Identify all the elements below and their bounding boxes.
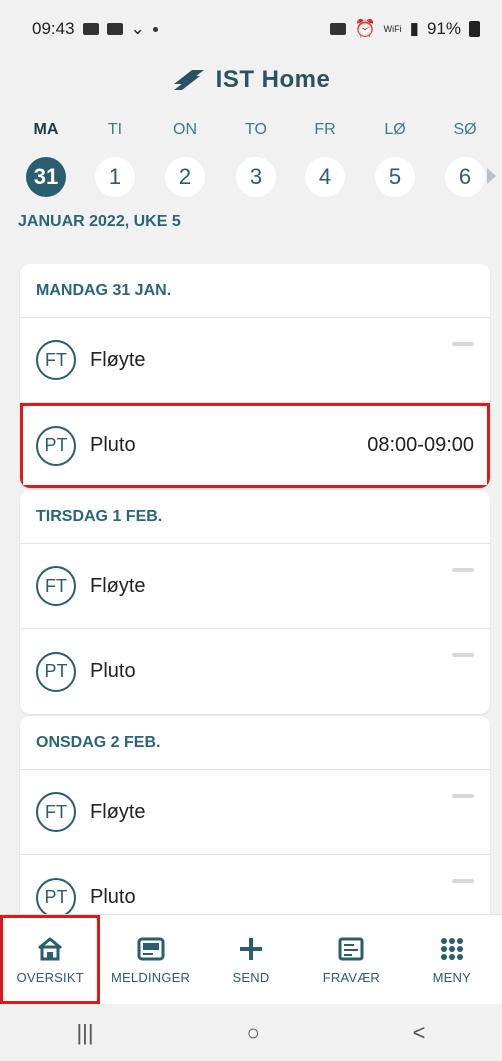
lesson-time: 08:00-09:00 xyxy=(367,434,474,456)
nav-label: OVERSIKT xyxy=(16,970,84,985)
date-2[interactable]: 2 xyxy=(165,157,205,197)
status-right: ⏰ WiFi ▮ 91% xyxy=(330,19,480,39)
app-screen: 09:43 ⌄ ⏰ WiFi ▮ 91% IST Home MA TI ON T… xyxy=(0,0,502,1061)
grid-icon xyxy=(440,938,463,960)
weekday-label-to[interactable]: TO xyxy=(231,121,281,139)
nav-label: FRAVÆR xyxy=(322,970,381,985)
nav-label: MELDINGER xyxy=(111,970,191,985)
nav-label: MENY xyxy=(432,970,471,985)
status-bar: 09:43 ⌄ ⏰ WiFi ▮ 91% xyxy=(0,0,502,58)
lesson-row-highlighted[interactable]: PT Pluto 08:00-09:00 xyxy=(20,403,490,488)
dash-icon xyxy=(452,794,474,798)
dash-icon xyxy=(452,879,474,883)
subject-name: Pluto xyxy=(90,660,136,682)
date-1[interactable]: 1 xyxy=(95,157,135,197)
notification-icon xyxy=(82,23,99,35)
date-3[interactable]: 3 xyxy=(236,157,276,197)
day-card-header: MANDAG 31 JAN. xyxy=(20,264,490,318)
day-card-header: ONSDAG 2 FEB. xyxy=(20,716,490,770)
nav-fravaer[interactable]: FRAVÆR xyxy=(301,915,401,1004)
chevron-down-icon: ⌄ xyxy=(130,19,145,38)
subject-name: Fløyte xyxy=(90,800,146,823)
next-week-arrow-icon[interactable] xyxy=(487,168,496,184)
wifi-icon: WiFi xyxy=(383,23,402,34)
message-icon xyxy=(137,937,165,961)
weekday-label-fr[interactable]: FR xyxy=(300,121,350,139)
subject-name: Fløyte xyxy=(90,348,146,371)
battery-icon xyxy=(469,21,480,37)
subject-avatar: FT xyxy=(36,792,76,832)
day-card-monday: MANDAG 31 JAN. FT Fløyte PT Pluto 08:00-… xyxy=(20,264,490,488)
subject-name: Pluto xyxy=(90,434,136,456)
weekday-label-lo[interactable]: LØ xyxy=(370,121,420,139)
weekday-label-ma[interactable]: MA xyxy=(21,121,71,139)
home-button[interactable]: ○ xyxy=(246,1020,259,1046)
nav-meldinger[interactable]: MELDINGER xyxy=(100,915,200,1004)
bottom-nav: OVERSIKT MELDINGER SEND FRAVÆR MENY xyxy=(0,914,502,1004)
app-header: IST Home xyxy=(0,60,502,100)
teams-icon xyxy=(106,23,123,35)
weekday-label-on[interactable]: ON xyxy=(160,121,210,139)
weekday-labels: MA TI ON TO FR LØ SØ xyxy=(0,121,502,151)
dash-icon xyxy=(452,342,474,346)
weekday-label-so[interactable]: SØ xyxy=(440,121,490,139)
weekday-label-ti[interactable]: TI xyxy=(90,121,140,139)
subject-name: Fløyte xyxy=(90,574,146,597)
recents-button[interactable]: ||| xyxy=(76,1020,93,1046)
back-button[interactable]: < xyxy=(413,1020,426,1046)
lesson-row[interactable]: FT Fløyte xyxy=(20,544,490,629)
dash-icon xyxy=(452,653,474,657)
date-4[interactable]: 4 xyxy=(305,157,345,197)
document-icon xyxy=(338,937,364,961)
subject-avatar: PT xyxy=(36,651,76,692)
dash-icon xyxy=(452,568,474,572)
nav-meny[interactable]: MENY xyxy=(402,915,502,1004)
day-card-wednesday: ONSDAG 2 FEB. FT Fløyte PT Pluto xyxy=(20,716,490,914)
subject-avatar: FT xyxy=(36,340,76,380)
subject-avatar: PT xyxy=(36,425,76,466)
app-logo-text: IST Home xyxy=(215,66,331,93)
date-strip: 31 1 2 3 4 5 6 xyxy=(0,157,502,201)
date-6[interactable]: 6 xyxy=(445,157,485,197)
nav-label: SEND xyxy=(232,970,270,985)
day-card-tuesday: TIRSDAG 1 FEB. FT Fløyte PT Pluto xyxy=(20,490,490,714)
signal-icon: ▮ xyxy=(409,19,419,38)
dot-icon xyxy=(152,26,158,32)
nav-oversikt[interactable]: OVERSIKT xyxy=(0,915,101,1004)
alarm-icon: ⏰ xyxy=(354,19,376,38)
subject-avatar: PT xyxy=(36,877,76,914)
date-5[interactable]: 5 xyxy=(375,157,415,197)
date-31[interactable]: 31 xyxy=(26,157,66,197)
home-icon xyxy=(38,937,63,961)
nav-send[interactable]: SEND xyxy=(201,915,301,1004)
status-left: 09:43 ⌄ xyxy=(32,19,158,39)
battery-percent: 91% xyxy=(426,19,461,38)
subject-name: Pluto xyxy=(90,886,136,908)
lock-icon xyxy=(330,23,347,35)
lesson-row[interactable]: FT Fløyte xyxy=(20,770,490,855)
ist-logo-icon xyxy=(173,70,204,90)
plus-icon xyxy=(239,938,262,960)
day-card-header: TIRSDAG 1 FEB. xyxy=(20,490,490,544)
schedule-list[interactable]: MANDAG 31 JAN. FT Fløyte PT Pluto 08:00-… xyxy=(0,244,502,914)
lesson-row[interactable]: PT Pluto xyxy=(20,855,490,914)
subject-avatar: FT xyxy=(36,566,76,606)
week-title: JANUAR 2022, UKE 5 xyxy=(18,213,181,230)
status-time: 09:43 xyxy=(32,19,75,38)
lesson-row[interactable]: FT Fløyte xyxy=(20,318,490,403)
lesson-row[interactable]: PT Pluto xyxy=(20,629,490,714)
system-nav-bar: ||| ○ < xyxy=(0,1004,502,1061)
